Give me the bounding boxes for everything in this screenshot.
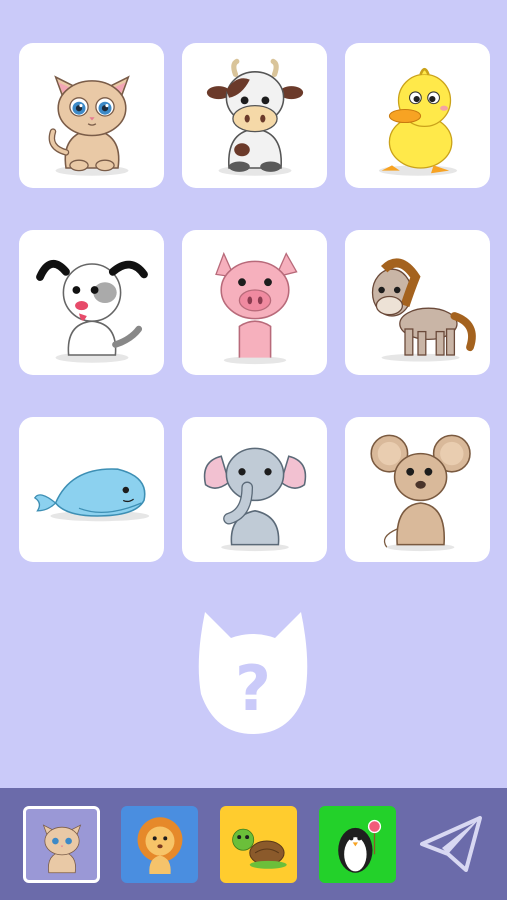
paper-plane-icon bbox=[420, 816, 482, 872]
category-bar bbox=[0, 788, 507, 900]
animal-card-duckling[interactable] bbox=[345, 43, 490, 188]
send-button[interactable] bbox=[418, 814, 484, 874]
mouse-icon bbox=[369, 434, 471, 551]
kitten-icon bbox=[48, 74, 130, 176]
lion-icon bbox=[137, 816, 182, 874]
animal-card-puppy[interactable] bbox=[19, 230, 164, 375]
animal-card-pig[interactable] bbox=[182, 230, 327, 375]
category-button-birds[interactable] bbox=[319, 806, 396, 883]
question-mark: ? bbox=[235, 652, 271, 725]
duckling-icon bbox=[378, 67, 457, 176]
cat-head-question-icon: ? bbox=[198, 612, 308, 734]
pony-icon bbox=[371, 257, 476, 361]
penguin-icon bbox=[337, 819, 381, 873]
animal-card-elephant[interactable] bbox=[182, 417, 327, 562]
mystery-animal-slot[interactable]: ? bbox=[193, 610, 313, 740]
category-button-pets[interactable] bbox=[23, 806, 100, 883]
animal-card-kitten[interactable] bbox=[19, 43, 164, 188]
puppy-icon bbox=[35, 259, 148, 363]
animal-card-pony[interactable] bbox=[345, 230, 490, 375]
category-button-wild[interactable] bbox=[121, 806, 198, 883]
pig-icon bbox=[214, 251, 298, 364]
category-button-reptiles[interactable] bbox=[220, 806, 297, 883]
animal-card-cow[interactable] bbox=[182, 43, 327, 188]
cow-icon bbox=[206, 58, 303, 176]
elephant-icon bbox=[203, 447, 306, 551]
animal-grid bbox=[19, 43, 490, 562]
turtle-icon bbox=[231, 828, 287, 869]
kitten-icon bbox=[42, 823, 81, 873]
whale-icon bbox=[33, 467, 149, 521]
animal-card-mouse[interactable] bbox=[345, 417, 490, 562]
animal-card-whale[interactable] bbox=[19, 417, 164, 562]
